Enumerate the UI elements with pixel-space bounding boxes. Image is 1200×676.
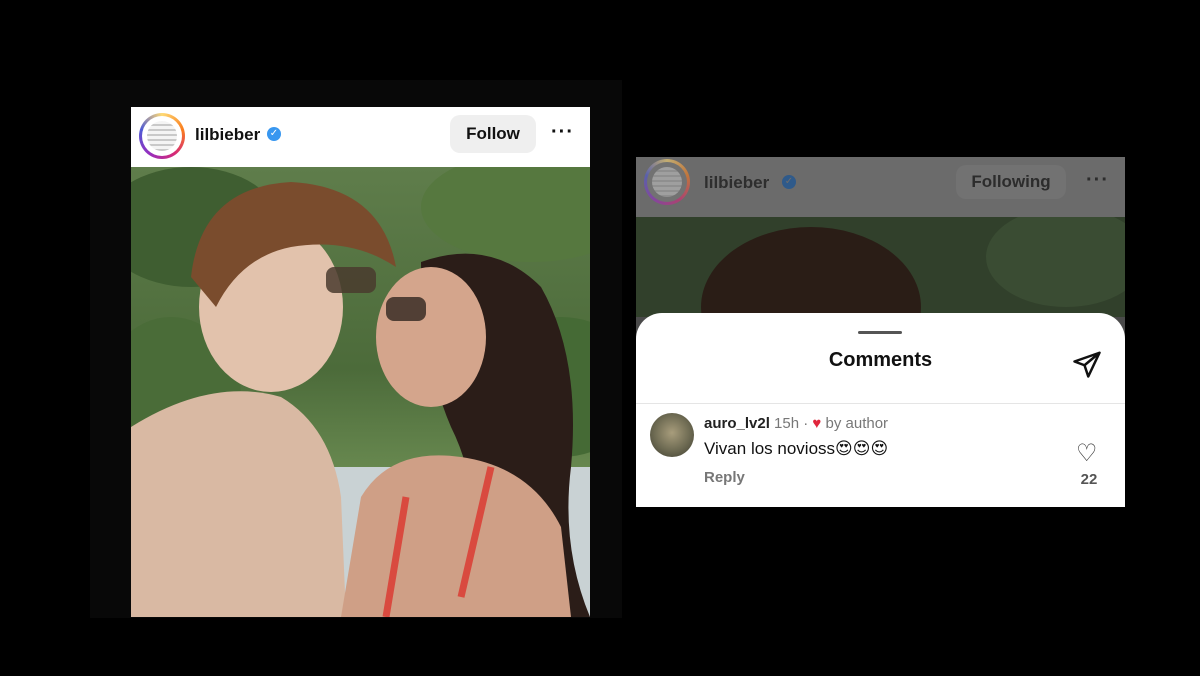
- verified-badge-icon: ✓: [267, 127, 281, 141]
- post-header-dimmed: lilbieber ✓ Following ···: [636, 157, 1125, 217]
- liked-by-author-label: by author: [825, 415, 889, 432]
- commenter-username[interactable]: auro_lv2l: [704, 415, 770, 432]
- profile-avatar[interactable]: [644, 159, 690, 205]
- profile-avatar[interactable]: [139, 113, 185, 159]
- comment-time: 15h: [774, 415, 800, 432]
- post-username[interactable]: lilbieber: [195, 125, 260, 145]
- right-post: lilbieber ✓ Following ··· Comments auro_…: [636, 157, 1125, 507]
- post-username[interactable]: lilbieber: [704, 173, 769, 193]
- comment-text: Vivan los novioss😍😍😍: [704, 439, 889, 458]
- post-photo: [131, 167, 590, 617]
- left-post: lilbieber ✓ Follow ···: [131, 107, 590, 617]
- send-icon[interactable]: [1072, 349, 1102, 379]
- liked-by-author-heart-icon: ♥: [812, 415, 822, 432]
- comment-header: auro_lv2l 15h · ♥ by author: [704, 415, 889, 432]
- comments-sheet: Comments auro_lv2l 15h · ♥ by author Viv…: [636, 313, 1125, 507]
- post-header: lilbieber ✓ Follow ···: [131, 107, 590, 167]
- comments-title: Comments: [828, 349, 933, 371]
- sheet-drag-handle[interactable]: [858, 331, 902, 334]
- more-options-icon[interactable]: ···: [1086, 169, 1109, 192]
- like-count: 22: [1080, 471, 1098, 488]
- follow-button[interactable]: Follow: [450, 115, 536, 153]
- following-button[interactable]: Following: [956, 165, 1066, 199]
- heart-icon[interactable]: ♡: [1076, 439, 1098, 468]
- divider: [636, 403, 1125, 404]
- commenter-avatar[interactable]: [650, 413, 694, 457]
- post-photo-dimmed: [636, 207, 1125, 387]
- verified-badge-icon: ✓: [782, 175, 796, 189]
- reply-button[interactable]: Reply: [704, 469, 745, 486]
- more-options-icon[interactable]: ···: [551, 121, 574, 144]
